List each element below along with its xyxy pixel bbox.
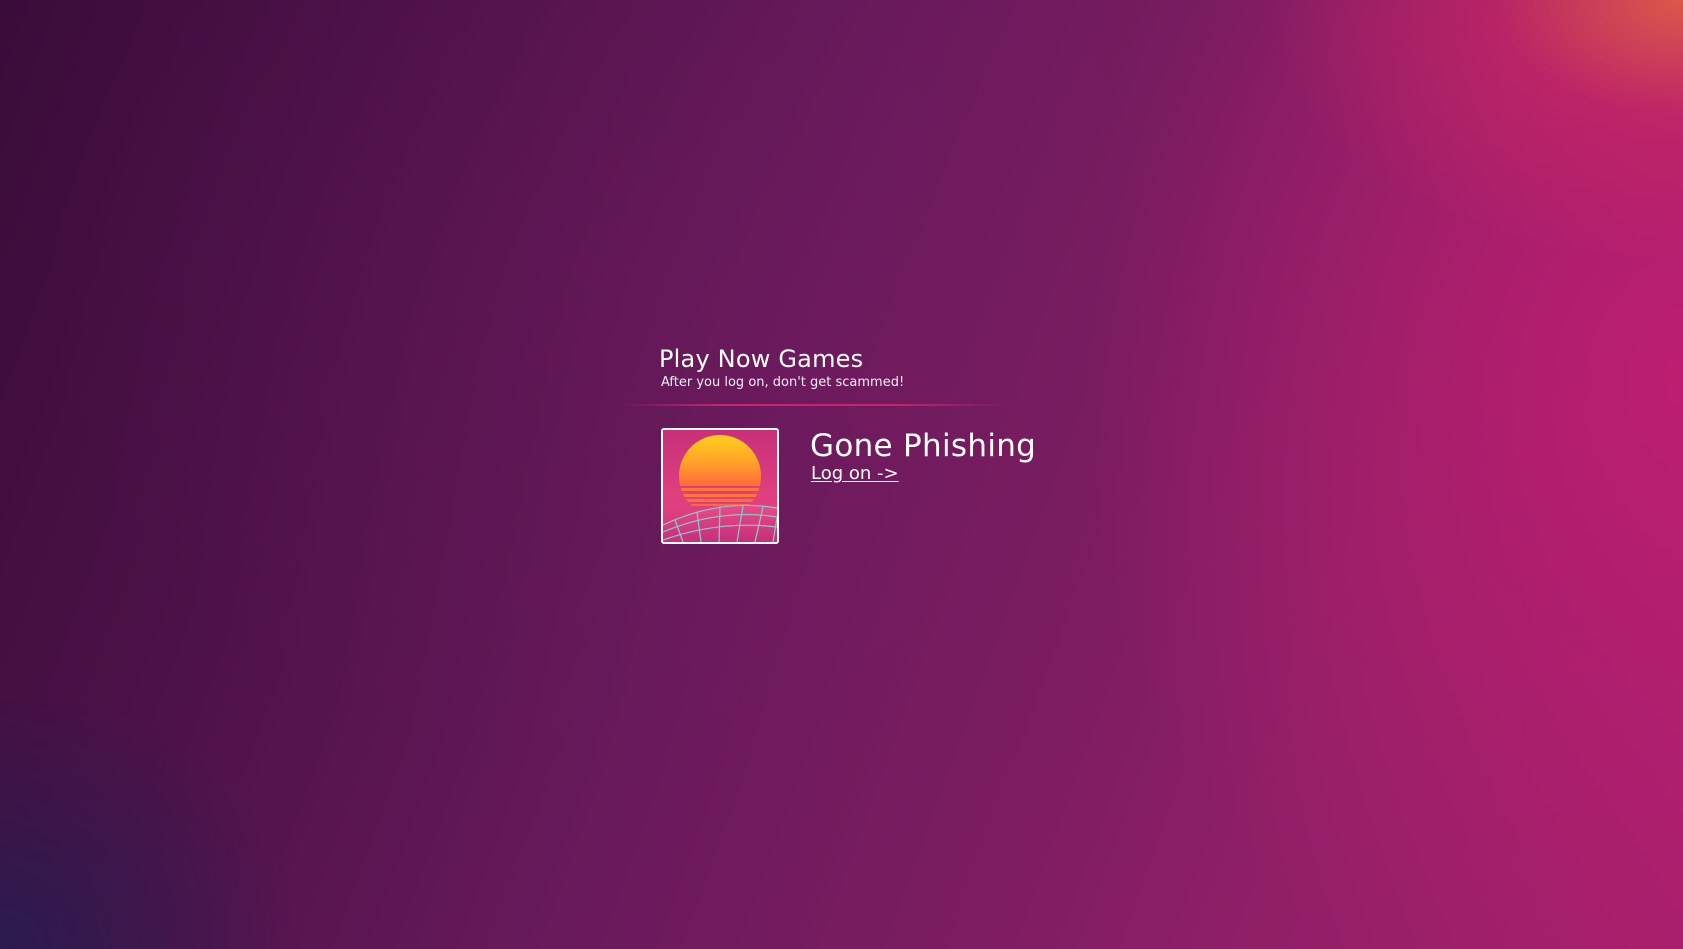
game-card: Gone Phishing Log on -> [661, 428, 1036, 544]
page-title: Play Now Games [659, 345, 864, 373]
game-info: Gone Phishing Log on -> [810, 428, 1036, 484]
page-header: Play Now Games After you log on, don't g… [659, 344, 904, 392]
game-title: Gone Phishing [810, 428, 1037, 464]
page-subtitle: After you log on, don't get scammed! [661, 375, 905, 390]
synthwave-sunset-icon [663, 430, 777, 542]
log-on-link[interactable]: Log on -> [811, 464, 899, 484]
header-divider [620, 404, 1010, 406]
game-thumbnail[interactable] [661, 428, 779, 544]
